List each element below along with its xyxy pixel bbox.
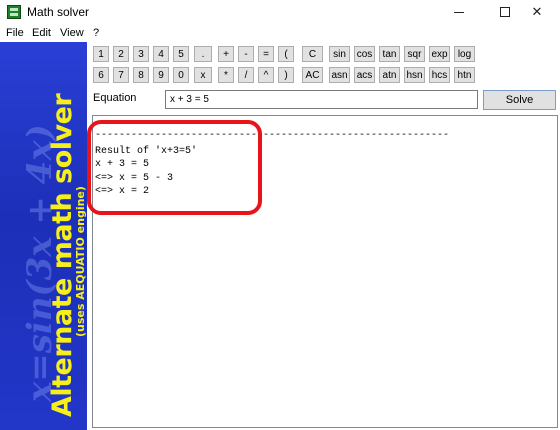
output-line: x + 3 = 5 (95, 159, 150, 170)
key-button[interactable]: - (238, 46, 254, 62)
key-button[interactable]: x (194, 67, 212, 83)
menu-help[interactable]: ? (93, 27, 99, 39)
key-button[interactable]: AC (302, 67, 323, 83)
maximize-icon (500, 7, 510, 17)
key-button[interactable]: + (218, 46, 234, 62)
close-icon: ✕ (531, 4, 543, 20)
title-bar: Math solver ✕ (0, 0, 560, 24)
key-button[interactable]: tan (379, 46, 400, 62)
banner-image: x=sin(3x + 4x) Alternate math solver (us… (0, 42, 87, 430)
output-line: <=> x = 2 (95, 186, 150, 197)
key-button[interactable]: hsn (404, 67, 425, 83)
key-button[interactable]: C (302, 46, 323, 62)
key-button[interactable]: exp (429, 46, 450, 62)
menu-bar: File Edit View ? (0, 24, 560, 42)
calculator-icon (7, 5, 21, 19)
key-button[interactable]: 9 (153, 67, 169, 83)
key-button[interactable]: / (238, 67, 254, 83)
banner-subtitle: (uses AEQUATIO engine) (74, 186, 87, 337)
key-button[interactable]: htn (454, 67, 475, 83)
key-button[interactable]: ^ (258, 67, 274, 83)
key-button[interactable]: acs (354, 67, 375, 83)
key-button[interactable]: 6 (93, 67, 109, 83)
key-button[interactable]: = (258, 46, 274, 62)
key-button[interactable]: 1 (93, 46, 109, 62)
key-button[interactable]: cos (354, 46, 375, 62)
key-button[interactable]: * (218, 67, 234, 83)
equation-input[interactable] (165, 90, 478, 109)
solve-button[interactable]: Solve (483, 90, 556, 110)
close-button[interactable]: ✕ (514, 0, 560, 24)
key-button[interactable]: 0 (173, 67, 189, 83)
equation-label: Equation (93, 92, 137, 104)
menu-file[interactable]: File (6, 27, 24, 39)
key-button[interactable]: 7 (113, 67, 129, 83)
result-output[interactable]: ----------------------------------------… (92, 115, 558, 428)
key-button[interactable]: asn (329, 67, 350, 83)
keypad: 1 2 3 4 5. + - =( Csin cos tan sqr exp log 6 7 8 9 0 x * / ^) A… (93, 46, 560, 86)
window-title: Math solver (27, 5, 90, 19)
key-button[interactable]: sqr (404, 46, 425, 62)
key-button[interactable]: 5 (173, 46, 189, 62)
menu-edit[interactable]: Edit (32, 27, 51, 39)
menu-view[interactable]: View (60, 27, 84, 39)
key-button[interactable]: 4 (153, 46, 169, 62)
output-line: Result of 'x+3=5' (95, 146, 198, 157)
key-button[interactable]: log (454, 46, 475, 62)
key-button[interactable]: ( (278, 46, 294, 62)
key-button[interactable]: hcs (429, 67, 450, 83)
key-button[interactable]: ) (278, 67, 294, 83)
minimize-button[interactable] (436, 0, 482, 24)
key-button[interactable]: 8 (133, 67, 149, 83)
output-line: ----------------------------------------… (95, 130, 450, 141)
key-button[interactable]: 2 (113, 46, 129, 62)
minimize-icon (454, 11, 464, 13)
key-button[interactable]: . (194, 46, 212, 62)
output-line: <=> x = 5 - 3 (95, 173, 174, 184)
key-button[interactable]: sin (329, 46, 350, 62)
key-button[interactable]: 3 (133, 46, 149, 62)
key-button[interactable]: atn (379, 67, 400, 83)
